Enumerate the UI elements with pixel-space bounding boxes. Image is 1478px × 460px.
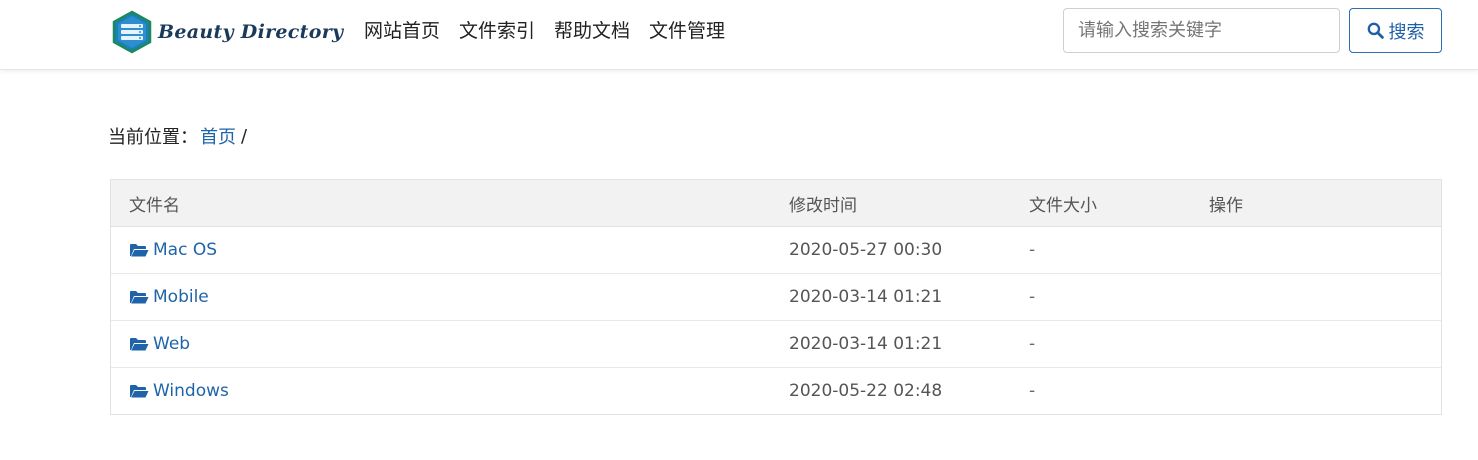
header-file-name: 文件名 [129, 195, 180, 216]
database-hexagon-icon [112, 10, 152, 54]
folder-link[interactable]: Windows [129, 381, 229, 401]
table-row: Web 2020-03-14 01:21 - [111, 321, 1441, 368]
modified-time: 2020-03-14 01:21 [789, 287, 943, 307]
folder-open-icon [130, 385, 149, 398]
folder-link[interactable]: Mac OS [129, 240, 217, 260]
brand-name: Beauty Directory [158, 21, 344, 43]
breadcrumb-separator: / [241, 125, 248, 147]
table-row: Windows 2020-05-22 02:48 - [111, 368, 1441, 414]
folder-name: Mobile [153, 287, 209, 307]
modified-time: 2020-03-14 01:21 [789, 334, 943, 354]
file-size: - [1029, 240, 1036, 260]
file-size: - [1029, 287, 1036, 307]
folder-open-icon [130, 244, 149, 257]
breadcrumb-home-link[interactable]: 首页 [200, 123, 236, 149]
folder-name: Mac OS [153, 240, 218, 260]
table-row: Mobile 2020-03-14 01:21 - [111, 274, 1441, 321]
header-file-size: 文件大小 [1029, 195, 1097, 216]
modified-time: 2020-05-27 00:30 [789, 240, 943, 260]
table-header-row: 文件名 修改时间 文件大小 操作 [111, 180, 1441, 227]
folder-name: Web [153, 334, 191, 354]
table-row: Mac OS 2020-05-27 00:30 - [111, 227, 1441, 274]
nav-item-home[interactable]: 网站首页 [364, 18, 440, 44]
folder-open-icon [130, 291, 149, 304]
breadcrumb-prefix: 当前位置： [108, 127, 198, 148]
nav-item-help-docs[interactable]: 帮助文档 [554, 18, 630, 44]
folder-link[interactable]: Web [129, 334, 190, 354]
header-actions: 操作 [1209, 195, 1243, 216]
modified-time: 2020-05-22 02:48 [789, 381, 943, 401]
nav-item-file-index[interactable]: 文件索引 [459, 18, 535, 44]
nav-item-file-manager[interactable]: 文件管理 [649, 18, 725, 44]
search-button[interactable]: 搜索 [1349, 8, 1442, 53]
search-icon [1367, 22, 1384, 39]
file-size: - [1029, 381, 1036, 401]
brand-logo-link[interactable]: Beauty Directory [110, 10, 343, 54]
breadcrumb: 当前位置： 首页 / [108, 123, 247, 149]
file-table: 文件名 修改时间 文件大小 操作 Mac OS 2020-05-27 00:30… [110, 179, 1442, 415]
search-input[interactable] [1063, 8, 1340, 53]
folder-link[interactable]: Mobile [129, 287, 209, 307]
main-nav: 网站首页 文件索引 帮助文档 文件管理 [364, 18, 744, 44]
file-size: - [1029, 334, 1036, 354]
folder-name: Windows [153, 381, 229, 401]
header-modified-time: 修改时间 [789, 195, 857, 216]
search-button-label: 搜索 [1388, 21, 1425, 43]
folder-open-icon [130, 338, 149, 351]
top-navbar: Beauty Directory 网站首页 文件索引 帮助文档 文件管理 搜索 [0, 0, 1478, 70]
